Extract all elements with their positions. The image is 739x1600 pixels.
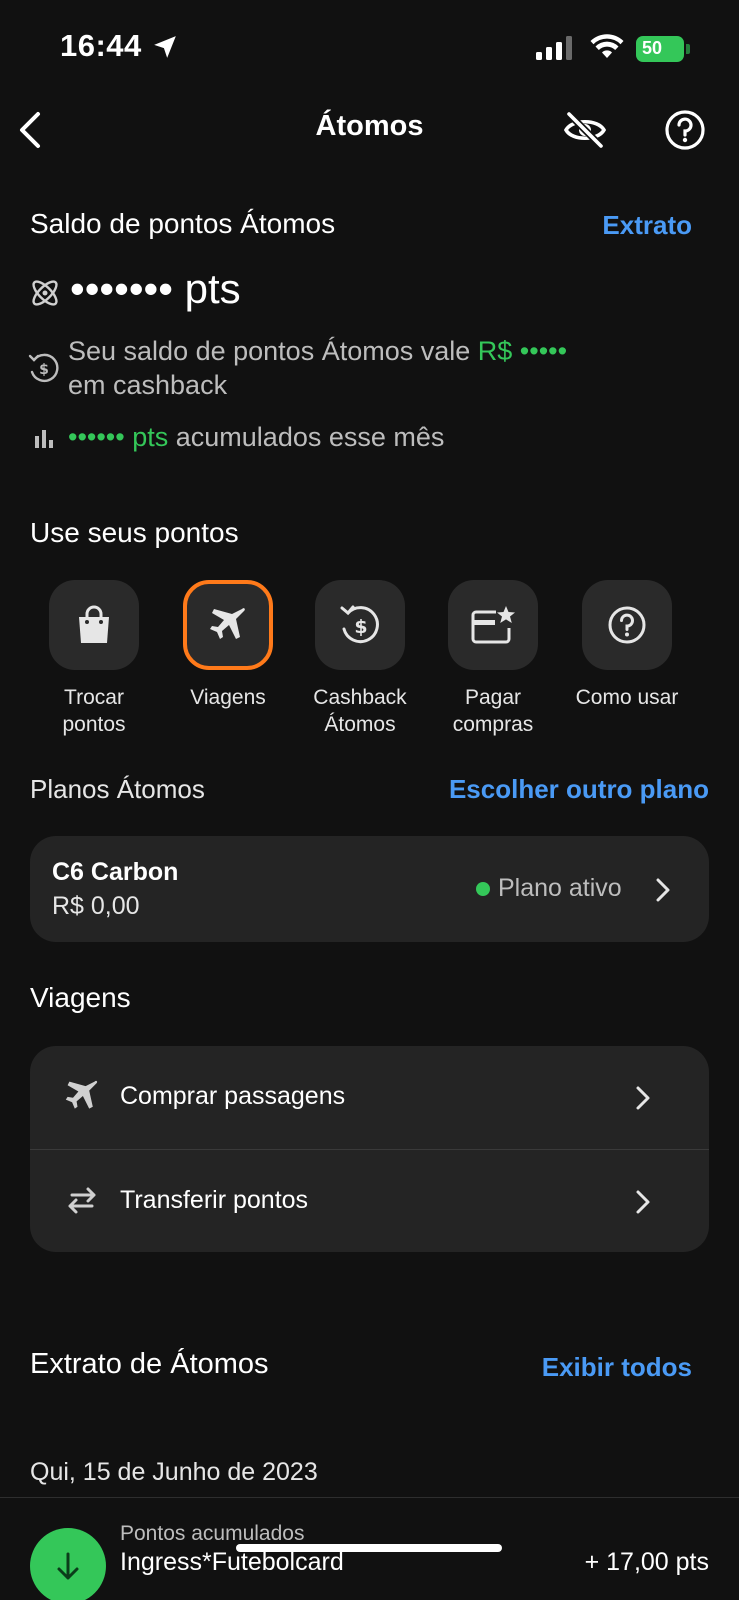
statement-date: Qui, 15 de Junho de 2023 (30, 1458, 318, 1486)
travel-item-comprar-passagens[interactable]: Comprar passagens (30, 1046, 709, 1150)
airplane-icon (65, 1080, 98, 1109)
action-button[interactable] (448, 580, 538, 670)
cashback-icon: $ (28, 353, 59, 383)
action-como-usar[interactable]: Como usar (562, 580, 692, 711)
svg-text:$: $ (39, 362, 49, 378)
bar-chart-icon (35, 430, 53, 448)
action-button[interactable] (582, 580, 672, 670)
points-balance-unit: pts (184, 265, 241, 312)
chevron-right-icon (656, 878, 670, 902)
location-arrow-icon (154, 36, 176, 58)
cashback-prefix: Seu saldo de pontos Átomos vale (68, 336, 471, 366)
action-label: Viagens (190, 686, 266, 709)
plans-title: Planos Átomos (30, 774, 205, 804)
action-button[interactable] (183, 580, 273, 670)
battery-indicator: 50 (636, 36, 690, 62)
help-icon[interactable] (664, 109, 706, 151)
accumulated-points-suffix: acumulados esse mês (175, 422, 445, 452)
question-icon (608, 606, 646, 644)
page-title: Átomos (315, 110, 424, 142)
chevron-right-icon (636, 1086, 650, 1110)
transfer-arrows-icon (68, 1187, 96, 1214)
accumulated-points-line: •••••• pts acumulados esse mês (68, 422, 444, 453)
transaction-title[interactable]: Ingress*Futebolcard (120, 1548, 344, 1577)
plan-price: R$ 0,00 (52, 892, 140, 920)
cashback-icon: $ (340, 605, 379, 644)
wifi-icon (590, 34, 624, 58)
battery-level: 50 (642, 38, 663, 58)
choose-plan-link[interactable]: Escolher outro plano (449, 774, 709, 805)
travel-item-label: Comprar passagens (120, 1082, 346, 1110)
statement-title: Extrato de Átomos (30, 1348, 269, 1380)
action-button[interactable]: $ (315, 580, 405, 670)
hide-values-eye-icon[interactable] (562, 108, 608, 152)
action-label: Cashback Átomos (313, 686, 407, 736)
action-label: Como usar (575, 686, 679, 709)
show-all-link[interactable]: Exibir todos (542, 1352, 692, 1383)
status-dot (476, 882, 490, 896)
chevron-right-icon (636, 1190, 650, 1214)
cashback-suffix: em cashback (68, 370, 228, 400)
travel-title: Viagens (30, 982, 131, 1013)
action-cashback-atomos[interactable]: $ Cashback Átomos (295, 580, 425, 738)
transaction-amount: + 17,00 pts (584, 1548, 709, 1576)
points-balance: ••••••• pts (70, 265, 241, 313)
svg-text:$: $ (354, 616, 367, 638)
action-label: Pagar compras (452, 686, 534, 736)
plan-status: Plano ativo (498, 874, 622, 902)
shopping-bag-icon (79, 605, 109, 643)
status-time: 16:44 (60, 28, 142, 63)
current-plan-card[interactable]: C6 Carbon R$ 0,00 Plano ativo (30, 836, 709, 942)
transaction-subtitle: Pontos acumulados (120, 1522, 305, 1545)
cashback-value-line: Seu saldo de pontos Átomos vale R$ ••••• (68, 336, 567, 367)
travel-card: Comprar passagens Transferir pontos (30, 1046, 709, 1252)
airplane-icon (210, 608, 245, 639)
card-star-icon (471, 606, 515, 644)
statement-link[interactable]: Extrato (602, 210, 692, 241)
action-viagens[interactable]: Viagens (163, 580, 293, 711)
action-label: Trocar pontos (62, 686, 126, 736)
travel-item-label: Transferir pontos (120, 1186, 309, 1214)
action-trocar-pontos[interactable]: Trocar pontos (29, 580, 159, 738)
points-balance-masked: ••••••• (70, 265, 173, 312)
divider (0, 1497, 739, 1498)
points-in-icon (30, 1528, 106, 1600)
cashback-value: R$ ••••• (477, 336, 568, 366)
home-indicator[interactable] (236, 1544, 502, 1552)
action-button[interactable] (49, 580, 139, 670)
travel-item-transferir-pontos[interactable]: Transferir pontos (30, 1150, 709, 1253)
use-points-title: Use seus pontos (30, 517, 239, 548)
atom-icon (32, 280, 58, 306)
accumulated-points-value: •••••• pts (68, 422, 169, 452)
cellular-signal-icon (536, 36, 572, 60)
points-balance-title: Saldo de pontos Átomos (30, 208, 336, 239)
plan-name: C6 Carbon (52, 858, 179, 886)
action-pagar-compras[interactable]: Pagar compras (428, 580, 558, 738)
